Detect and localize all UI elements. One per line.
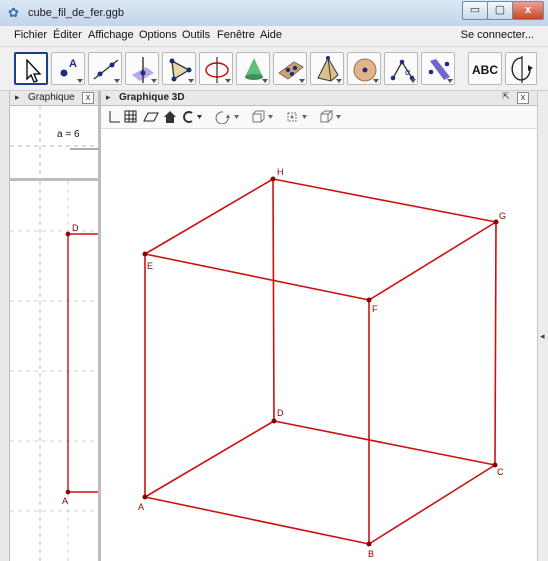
point-d-2d-label: D: [72, 223, 79, 233]
close-3d-panel-button[interactable]: x: [517, 92, 529, 104]
graphics-2d-view[interactable]: D A: [10, 181, 98, 561]
clipping-icon[interactable]: [181, 110, 203, 124]
window-title: cube_fil_de_fer.ggb: [28, 7, 125, 19]
collapse-arrow-icon[interactable]: ▸: [15, 92, 20, 103]
tool-text[interactable]: ABC: [468, 52, 502, 85]
maximize-button[interactable]: ▢: [487, 1, 513, 20]
edge-cd: [273, 420, 496, 466]
edge-da: [144, 420, 275, 498]
plane-toggle-icon[interactable]: [143, 110, 159, 124]
view-direction-icon[interactable]: [319, 110, 345, 124]
tool-rotate-view[interactable]: [505, 52, 537, 85]
vertex-d: [271, 418, 277, 424]
rotate-animation-icon[interactable]: [215, 110, 241, 125]
vertex-g: [493, 219, 499, 225]
tool-angle-label: α: [405, 67, 410, 77]
vertex-h: [270, 176, 276, 182]
tool-plane[interactable]: [273, 52, 307, 85]
edge-ef: [144, 253, 370, 301]
collapse-arrow-icon[interactable]: ▸: [106, 92, 111, 103]
menu-bar: Fichier Éditer Affichage Options Outils …: [0, 26, 548, 47]
edge-fg: [368, 221, 497, 301]
vertex-b: [366, 541, 372, 547]
left-sidebar-strip: [0, 91, 10, 561]
vertex-f: [366, 297, 372, 303]
tool-point[interactable]: A: [51, 52, 85, 85]
view-in-front-icon[interactable]: [285, 110, 311, 124]
slider-panel-grid: [10, 106, 98, 178]
tool-cone[interactable]: [236, 52, 270, 85]
menu-fenetre[interactable]: Fenêtre: [217, 29, 255, 41]
vertex-d-label: D: [277, 408, 284, 418]
tool-sphere[interactable]: [347, 52, 381, 85]
window-title-bar: ✿ cube_fil_de_fer.ggb ▭ ▢ x: [0, 0, 548, 27]
vertex-e: [142, 251, 148, 257]
vertex-b-label: B: [368, 549, 374, 559]
vertex-a-label: A: [138, 502, 144, 512]
close-button[interactable]: x: [512, 1, 544, 20]
tool-reflect-plane[interactable]: [421, 52, 455, 85]
menu-affichage[interactable]: Affichage: [88, 29, 134, 41]
vertex-g-label: G: [499, 211, 506, 221]
home-view-icon[interactable]: [163, 110, 177, 124]
vertex-a: [142, 494, 148, 500]
slider-a-label[interactable]: a = 6: [57, 129, 80, 140]
edge-bc: [368, 464, 496, 545]
text-icon: ABC: [472, 63, 498, 77]
geogebra-app-icon: ✿: [8, 5, 19, 20]
vertex-f-label: F: [372, 304, 378, 314]
graphics-3d-view[interactable]: A B C D E F G H: [101, 129, 537, 561]
tool-text-label: ABC: [472, 63, 498, 77]
point-a-2d-label: A: [62, 496, 68, 506]
graphics-3d-style-bar: [101, 106, 537, 129]
grid-toggle-icon[interactable]: [124, 110, 138, 124]
move-arrow-icon: [26, 58, 42, 83]
vertex-c-label: C: [497, 467, 504, 477]
edge-gh: [272, 178, 497, 223]
menu-editer[interactable]: Éditer: [53, 29, 82, 41]
close-panel-button[interactable]: x: [82, 92, 94, 104]
tool-move[interactable]: [14, 52, 48, 85]
graphique-panel-header: ▸ Graphique x: [10, 91, 98, 106]
graphics-3d-header: ▸ Graphique 3D ⇱ x: [101, 91, 537, 106]
edge-ab: [144, 496, 370, 545]
tool-perpendicular[interactable]: [125, 52, 159, 85]
projection-icon[interactable]: [251, 110, 277, 124]
tool-polygon[interactable]: [162, 52, 196, 85]
graphics-3d-title: Graphique 3D: [119, 92, 185, 103]
tool-point-label: A: [69, 58, 77, 70]
tool-line[interactable]: [88, 52, 122, 85]
point-a-2d: [65, 489, 71, 495]
edge-dh: [272, 178, 275, 422]
tool-angle[interactable]: α: [384, 52, 418, 85]
tool-pyramid[interactable]: [310, 52, 344, 85]
vertex-e-label: E: [147, 261, 153, 271]
edge-cg: [494, 221, 497, 466]
point-d-2d: [65, 231, 71, 237]
sign-in-link[interactable]: Se connecter...: [461, 29, 534, 41]
menu-fichier[interactable]: Fichier: [14, 29, 47, 41]
right-sidebar-strip: ◂: [537, 91, 548, 561]
minimize-button[interactable]: ▭: [462, 1, 488, 20]
edge-he: [144, 178, 274, 255]
axes-toggle-icon[interactable]: [107, 110, 121, 124]
cube-wireframe: A B C D E F G H: [138, 167, 506, 559]
undock-icon[interactable]: ⇱: [501, 92, 511, 102]
graphics-2d-grid: D A: [10, 181, 98, 561]
menu-outils[interactable]: Outils: [182, 29, 210, 41]
graphique-panel-title: Graphique: [28, 92, 75, 103]
slider-panel: a = 6: [10, 106, 98, 181]
tool-bar: A α ABC: [0, 47, 548, 91]
menu-aide[interactable]: Aide: [260, 29, 282, 41]
tool-circle-axis[interactable]: [199, 52, 233, 85]
vertex-h-label: H: [277, 167, 284, 177]
rotate-view-icon: [511, 56, 533, 83]
menu-options[interactable]: Options: [139, 29, 177, 41]
expand-sidebar-icon[interactable]: ◂: [540, 331, 545, 342]
